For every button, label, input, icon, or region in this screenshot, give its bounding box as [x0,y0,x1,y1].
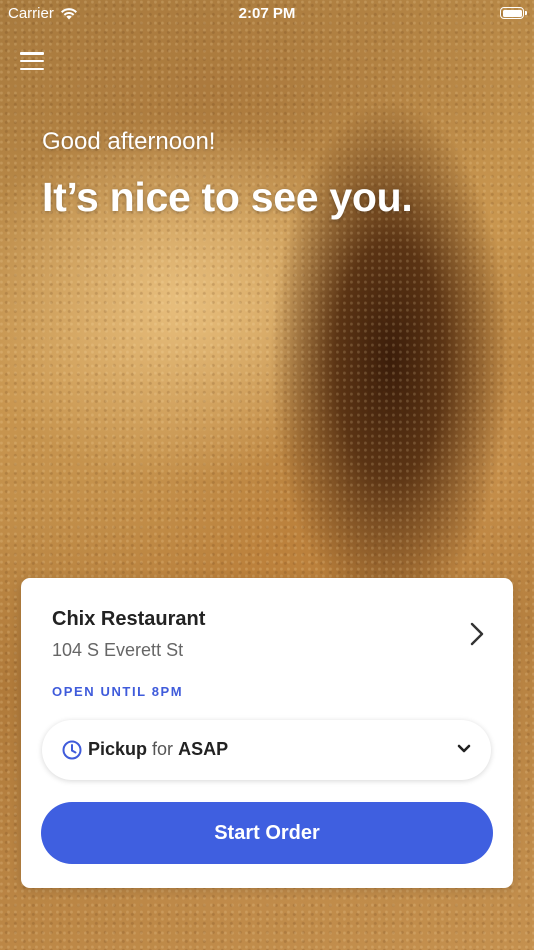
clock-icon [62,740,82,760]
chevron-right-icon[interactable] [469,622,485,646]
restaurant-address: 104 S Everett St [52,640,184,660]
hamburger-menu-icon[interactable] [20,50,44,72]
order-connector: for [152,739,174,759]
status-time: 2:07 PM [238,5,296,22]
order-time-selector[interactable]: Pickup for ASAP [42,720,491,780]
restaurant-name[interactable]: Chix Restaurant [52,608,205,631]
order-time: ASAP [178,739,229,759]
welcome-headline: It’s nice to see you. [42,174,413,220]
hours-status: OPEN UNTIL 8PM [52,684,184,699]
order-mode: Pickup [88,739,148,759]
status-bar: Carrier 2:07 PM [0,0,534,28]
battery-icon [500,7,527,19]
greeting-text: Good afternoon! [42,128,216,155]
start-order-button[interactable]: Start Order [41,802,493,864]
order-mode-text: Pickup for ASAP [88,739,228,760]
chevron-down-icon [457,744,471,753]
location-card: Chix Restaurant 104 S Everett St OPEN UN… [21,578,513,888]
